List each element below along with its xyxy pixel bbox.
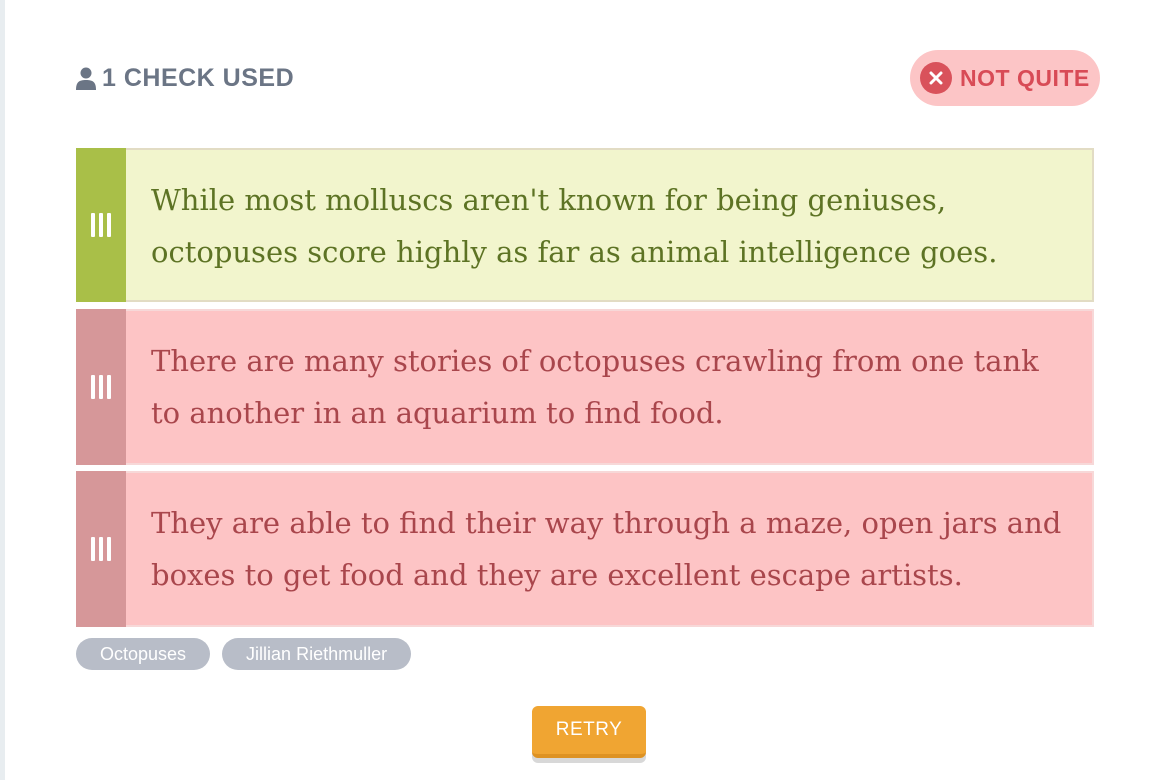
tag-list: Octopuses Jillian Riethmuller — [76, 638, 412, 670]
sentence-card[interactable]: They are able to find their way through … — [76, 471, 1094, 627]
drag-handle-icon[interactable] — [76, 471, 126, 627]
checks-used-label: 1 CHECK USED — [102, 64, 295, 92]
drag-handle-icon[interactable] — [76, 309, 126, 465]
close-circle-icon — [920, 62, 952, 94]
tag-octopuses[interactable]: Octopuses — [76, 638, 211, 670]
left-border — [0, 0, 5, 780]
checks-used-indicator: 1 CHECK USED — [76, 64, 294, 93]
status-label: NOT QUITE — [960, 64, 1090, 91]
retry-button[interactable]: RETRY — [532, 706, 646, 758]
user-icon — [76, 67, 96, 91]
drag-handle-icon[interactable] — [76, 148, 126, 302]
sentence-text: There are many stories of octopuses craw… — [151, 344, 1039, 430]
sentence-text: They are able to find their way through … — [151, 506, 1062, 592]
sentence-card[interactable]: While most molluscs aren't known for bei… — [76, 148, 1094, 302]
status-badge: NOT QUITE — [910, 50, 1100, 106]
sentence-text: While most molluscs aren't known for bei… — [151, 183, 998, 269]
sentence-card[interactable]: There are many stories of octopuses craw… — [76, 309, 1094, 465]
tag-author[interactable]: Jillian Riethmuller — [222, 638, 412, 670]
